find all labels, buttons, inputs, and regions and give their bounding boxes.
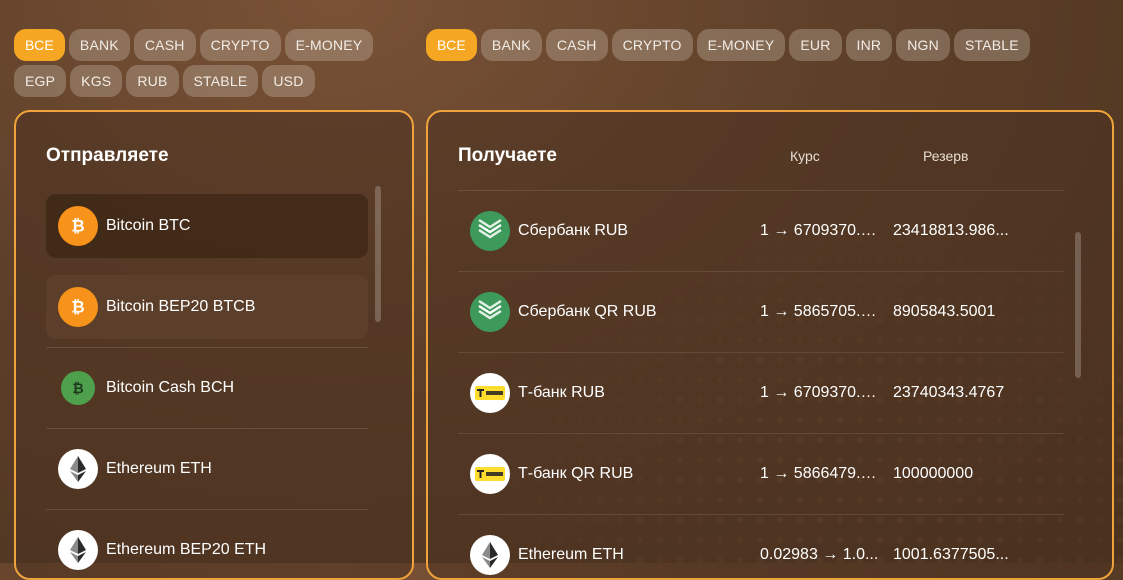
filter-chip-eur[interactable]: EUR [789, 29, 842, 61]
column-header-reserve: Резерв [923, 148, 969, 164]
receive-row-reserve: 100000000 [893, 465, 974, 482]
filter-chip-egp[interactable]: EGP [14, 65, 67, 97]
filter-chip-bank[interactable]: BANK [480, 29, 542, 61]
filter-chip-bank[interactable]: BANK [68, 29, 130, 61]
send-panel-title: Отправляете [46, 145, 169, 166]
receive-row-rate: 1 → 5865705.0... [760, 303, 882, 320]
send-item-bitcoin-btc[interactable]: ₿ Bitcoin BTC [46, 194, 368, 258]
send-item-bitcoin-bep20[interactable]: ₿ Bitcoin BEP20 BTCB [46, 275, 368, 348]
receive-row-name: Ethereum ETH [518, 546, 624, 563]
send-currency-filters: ВСЕ BANK CASH CRYPTO E-MONEY EGP KGS RUB… [14, 29, 394, 97]
receive-row-rate: 1 → 6709370.3... [760, 384, 882, 401]
filter-chip-emoney[interactable]: E-MONEY [696, 29, 786, 61]
column-header-rate: Курс [790, 148, 820, 164]
ethereum-icon [58, 449, 98, 489]
filter-chip-kgs[interactable]: KGS [70, 65, 123, 97]
bitcoin-icon: ₿ [58, 206, 98, 246]
receive-row-sberbank-qr-rub[interactable]: Сбербанк QR RUB 1 → 5865705.0... 8905843… [458, 271, 1064, 352]
svg-text:₿: ₿ [72, 381, 84, 397]
send-item-label: Bitcoin BTC [106, 217, 191, 234]
sberbank-icon [470, 211, 510, 251]
receive-row-rate: 1 → 5866479.0... [760, 465, 882, 482]
receive-currency-filters: ВСЕ BANK CASH CRYPTO E-MONEY EUR INR NGN… [426, 29, 1106, 61]
send-item-label: Bitcoin BEP20 BTCB [106, 298, 256, 315]
filter-chip-usd[interactable]: USD [262, 65, 315, 97]
receive-row-reserve: 8905843.5001 [893, 303, 996, 320]
divider [46, 428, 368, 429]
receive-row-reserve: 23418813.986... [893, 222, 1009, 239]
receive-row-sberbank-rub[interactable]: Сбербанк RUB 1 → 6709370.3... 23418813.9… [458, 190, 1064, 271]
ethereum-icon [470, 535, 510, 575]
receive-row-name: Т-банк RUB [518, 384, 605, 401]
ethereum-icon [58, 530, 98, 570]
filter-chip-cash[interactable]: CASH [545, 29, 608, 61]
receive-row-name: Сбербанк RUB [518, 222, 629, 239]
receive-list-scrollbar[interactable] [1075, 232, 1081, 378]
receive-panel: Получаете Курс Резерв Сбербанк RUB 1 → 6… [426, 110, 1114, 580]
divider [46, 509, 368, 510]
receive-row-rate: 1 → 6709370.3... [760, 222, 882, 239]
receive-currency-list: Сбербанк RUB 1 → 6709370.3... 23418813.9… [458, 190, 1064, 578]
bitcoin-icon: ₿ [58, 287, 98, 327]
send-item-ethereum-bep20[interactable]: Ethereum BEP20 ETH [46, 518, 368, 578]
filter-chip-stable[interactable]: STABLE [182, 65, 259, 97]
filter-chip-emoney[interactable]: E-MONEY [284, 29, 374, 61]
send-panel: Отправляете ₿ Bitcoin BTC ₿ Bitcoin BEP2… [14, 110, 414, 580]
divider [46, 347, 368, 348]
receive-panel-title: Получаете [458, 145, 557, 166]
receive-row-reserve: 1001.6377505... [893, 546, 1009, 563]
filter-chip-all[interactable]: ВСЕ [14, 29, 65, 61]
sberbank-icon [470, 292, 510, 332]
svg-text:₿: ₿ [71, 298, 84, 317]
filter-chip-rub[interactable]: RUB [126, 65, 179, 97]
tbank-icon [470, 454, 510, 494]
send-item-label: Ethereum ETH [106, 460, 212, 477]
receive-row-rate: 0.02983 → 1.0... [760, 546, 879, 563]
send-list-scrollbar[interactable] [375, 186, 381, 322]
send-item-label: Bitcoin Cash BCH [106, 379, 235, 396]
filter-chip-inr[interactable]: INR [845, 29, 893, 61]
receive-row-ethereum-eth[interactable]: Ethereum ETH 0.02983 → 1.0... 1001.63775… [458, 514, 1064, 578]
send-item-bitcoin-cash[interactable]: ₿ Bitcoin Cash BCH [46, 356, 368, 429]
send-item-ethereum-eth[interactable]: Ethereum ETH [46, 437, 368, 510]
filter-chip-crypto[interactable]: CRYPTO [199, 29, 281, 61]
bitcoin-cash-icon: ₿ [61, 371, 95, 405]
receive-row-tbank-qr-rub[interactable]: Т-банк QR RUB 1 → 5866479.0... 100000000 [458, 433, 1064, 514]
receive-row-name: Сбербанк QR RUB [518, 303, 657, 320]
send-currency-list: ₿ Bitcoin BTC ₿ Bitcoin BEP20 BTCB ₿ Bit… [46, 194, 368, 578]
svg-text:₿: ₿ [71, 217, 84, 236]
filter-chip-stable[interactable]: STABLE [953, 29, 1030, 61]
receive-row-tbank-rub[interactable]: Т-банк RUB 1 → 6709370.3... 23740343.476… [458, 352, 1064, 433]
send-item-label: Ethereum BEP20 ETH [106, 541, 267, 558]
receive-row-reserve: 23740343.4767 [893, 384, 1005, 401]
filter-chip-all[interactable]: ВСЕ [426, 29, 477, 61]
filter-chip-ngn[interactable]: NGN [896, 29, 950, 61]
filter-chip-cash[interactable]: CASH [133, 29, 196, 61]
receive-row-name: Т-банк QR RUB [518, 465, 634, 482]
filter-chip-crypto[interactable]: CRYPTO [611, 29, 693, 61]
tbank-icon [470, 373, 510, 413]
